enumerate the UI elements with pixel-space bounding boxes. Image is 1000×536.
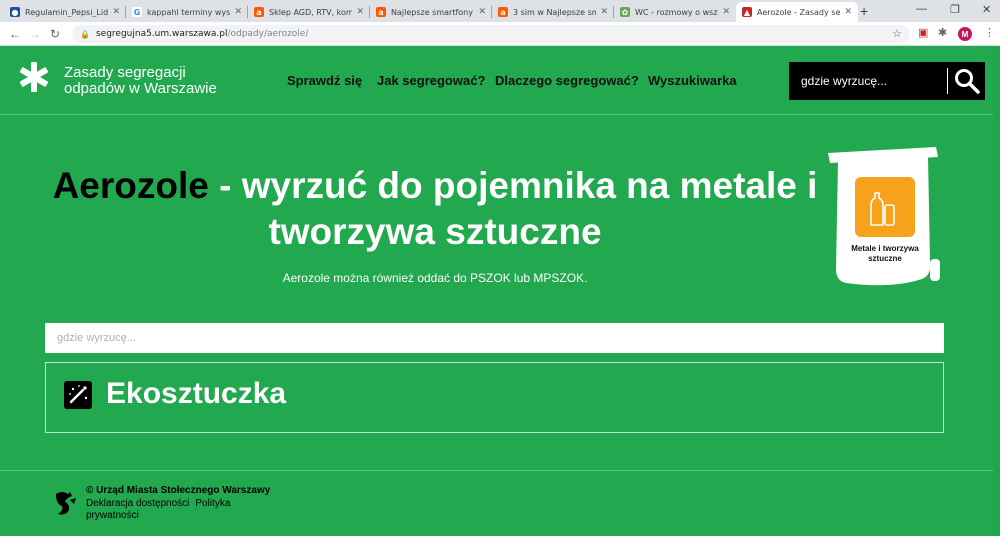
browser-tab-strip: ● Regulamin_Pepsi_Lidl_It ✕ G kappahl te… xyxy=(0,0,1000,22)
browser-tab[interactable]: a 3 sim w Najlepsze sma ✕ xyxy=(492,2,614,22)
close-window-icon[interactable]: ✕ xyxy=(982,3,991,16)
new-tab-button[interactable]: + xyxy=(860,3,868,19)
metal-plastic-bin-icon xyxy=(828,147,940,286)
browser-tab-active[interactable]: ▲ Aerozole - Zasady segre ✕ xyxy=(736,2,858,22)
ekosztuczka-card[interactable]: Ekosztuczka xyxy=(45,362,944,433)
forward-icon[interactable]: → xyxy=(29,27,41,41)
page-subtitle: Aerozole można również oddać do PSZOK lu… xyxy=(282,271,588,285)
site-header: Zasady segregacji odpadów w Warszawie Sp… xyxy=(0,47,1000,115)
browser-toolbar: ← → ↻ 🔒 segregujna5.um.warszawa.pl/odpad… xyxy=(0,22,1000,46)
menu-dots-icon[interactable]: ⋮ xyxy=(984,26,995,39)
close-icon[interactable]: ✕ xyxy=(722,7,730,17)
accessibility-link[interactable]: Deklaracja dostępności xyxy=(86,498,189,509)
footer-links: Deklaracja dostępności Polityka prywatnoś… xyxy=(86,498,266,522)
close-icon[interactable]: ✕ xyxy=(112,7,120,17)
browser-tab[interactable]: G kappahl terminy wysyłki ✕ xyxy=(126,2,248,22)
close-icon[interactable]: ✕ xyxy=(356,7,364,17)
browser-tab[interactable]: ✿ WC - rozmowy o wszys ✕ xyxy=(614,2,736,22)
allegro-icon: a xyxy=(254,7,264,17)
footer-divider xyxy=(0,470,1000,471)
browser-tab[interactable]: ● Regulamin_Pepsi_Lidl_It ✕ xyxy=(4,2,126,22)
syrenka-logo-icon xyxy=(56,492,76,515)
nav-wyszukiwarka[interactable]: Wyszukiwarka xyxy=(648,73,737,88)
header-search-input[interactable] xyxy=(789,62,947,100)
warsaw-icon: ▲ xyxy=(742,7,752,17)
nav-sprawdz-sie[interactable]: Sprawdź się xyxy=(287,73,362,88)
profile-avatar[interactable]: M xyxy=(958,27,972,41)
extension-icon[interactable]: ▣ xyxy=(918,26,928,39)
nav-dlaczego-segregowac[interactable]: Dlaczego segregować? xyxy=(495,73,639,88)
restore-icon[interactable]: ❐ xyxy=(950,3,960,16)
browser-tab[interactable]: a Najlepsze smartfony i t ✕ xyxy=(370,2,492,22)
browser-tab[interactable]: a Sklep AGD, RTV, kompu ✕ xyxy=(248,2,370,22)
site-brand[interactable]: Zasady segregacji odpadów w Warszawie xyxy=(64,65,217,97)
close-icon[interactable]: ✕ xyxy=(478,7,486,17)
puzzle-icon[interactable]: ✱ xyxy=(938,26,947,39)
close-icon[interactable]: ✕ xyxy=(234,7,242,17)
search-icon xyxy=(954,69,980,94)
forum-icon: ✿ xyxy=(620,7,630,17)
page-title: Aerozole - wyrzuć do pojemnika na metale… xyxy=(52,165,818,252)
header-search xyxy=(789,62,985,100)
asterisk-logo-icon[interactable] xyxy=(18,61,50,93)
ekosztuczka-title: Ekosztuczka xyxy=(106,377,287,410)
back-icon[interactable]: ← xyxy=(9,27,21,41)
page-scrollbar[interactable] xyxy=(993,47,1000,536)
pepsi-icon: ● xyxy=(10,7,20,17)
close-icon[interactable]: ✕ xyxy=(600,7,608,17)
address-bar[interactable]: 🔒 segregujna5.um.warszawa.pl/odpady/aero… xyxy=(72,25,910,43)
bookmark-star-icon[interactable]: ☆ xyxy=(892,27,902,40)
nav-jak-segregowac[interactable]: Jak segregować? xyxy=(377,73,485,88)
search-button[interactable] xyxy=(948,62,985,100)
minimize-icon[interactable]: — xyxy=(916,3,927,15)
main-search-input[interactable] xyxy=(45,323,944,353)
magic-wand-icon xyxy=(64,381,92,409)
footer-copyright: © Urząd Miasta Stołecznego Warszawy xyxy=(86,485,271,496)
bin-label: Metale i tworzywa sztuczne xyxy=(851,244,919,263)
lock-icon: 🔒 xyxy=(80,29,90,39)
reload-icon[interactable]: ↻ xyxy=(50,27,60,41)
allegro-icon: a xyxy=(376,7,386,17)
close-icon[interactable]: ✕ xyxy=(844,7,852,17)
allegro-icon: a xyxy=(498,7,508,17)
google-icon: G xyxy=(132,7,142,17)
